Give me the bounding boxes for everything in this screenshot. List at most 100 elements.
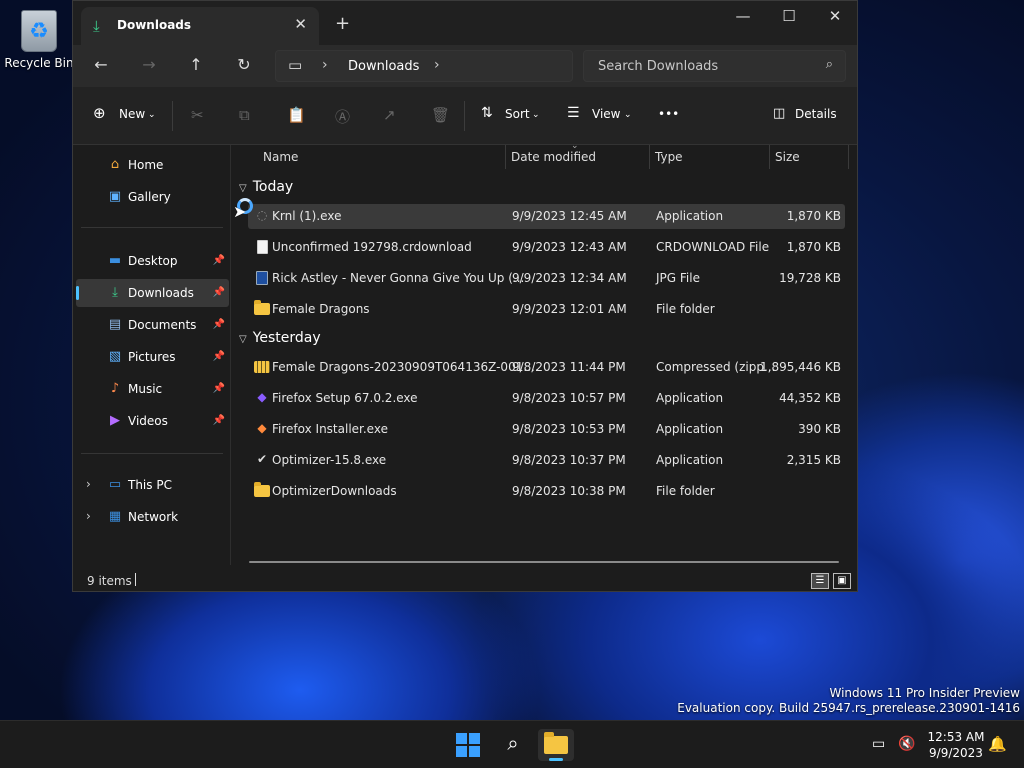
sidebar-item-network[interactable]: › ▦ Network bbox=[76, 503, 229, 531]
address-bar[interactable]: ▭ › Downloads › bbox=[275, 50, 573, 82]
folder-icon bbox=[544, 732, 568, 754]
active-indicator bbox=[549, 758, 563, 761]
chevron-right-icon[interactable]: › bbox=[86, 509, 91, 523]
horizontal-scrollbar[interactable] bbox=[249, 561, 839, 563]
column-header-name[interactable]: Name bbox=[263, 150, 298, 164]
sidebar-item-this-pc[interactable]: › ▭ This PC bbox=[76, 471, 229, 499]
column-divider[interactable] bbox=[505, 145, 506, 169]
gallery-icon: ▣ bbox=[108, 189, 122, 204]
start-button[interactable] bbox=[450, 729, 486, 761]
table-row[interactable]: Rick Astley - Never Gonna Give You Up (.… bbox=[248, 266, 845, 291]
tab-title: Downloads bbox=[117, 18, 192, 32]
file-type: Application bbox=[656, 422, 724, 436]
forward-arrow-icon[interactable]: → bbox=[137, 55, 161, 77]
copy-icon[interactable]: ⧉ bbox=[239, 106, 250, 124]
column-header-type[interactable]: Type bbox=[655, 150, 683, 164]
group-header-today[interactable]: ▽ Today bbox=[239, 179, 293, 195]
system-clock[interactable]: 12:53 AM 9/9/2023 bbox=[926, 729, 986, 761]
sort-button[interactable]: Sort bbox=[505, 107, 530, 121]
sidebar-item-music[interactable]: ♪ Music 📌 bbox=[76, 375, 229, 403]
pin-icon[interactable]: 📌 bbox=[213, 319, 225, 330]
file-size: 1,895,446 KB bbox=[760, 360, 841, 374]
file-name: Krnl (1).exe bbox=[272, 209, 342, 223]
search-icon[interactable]: ⌕ bbox=[826, 57, 833, 72]
column-header-date[interactable]: Date modified bbox=[511, 150, 596, 164]
pin-icon[interactable]: 📌 bbox=[213, 415, 225, 426]
chevron-down-icon[interactable]: ⌄ bbox=[532, 110, 540, 120]
share-icon[interactable]: ↗ bbox=[383, 106, 396, 124]
pin-icon[interactable]: 📌 bbox=[213, 255, 225, 266]
details-pane-icon[interactable]: ◫ bbox=[773, 106, 785, 121]
tab-close-button[interactable]: ✕ bbox=[294, 15, 307, 33]
sidebar-item-documents[interactable]: ▤ Documents 📌 bbox=[76, 311, 229, 339]
chevron-down-icon: ▽ bbox=[239, 334, 247, 345]
view-button[interactable]: View bbox=[592, 107, 620, 121]
chevron-down-icon[interactable]: ⌄ bbox=[624, 110, 632, 120]
chevron-down-icon[interactable]: ⌄ bbox=[148, 110, 156, 120]
chevron-right-icon[interactable]: › bbox=[86, 477, 91, 491]
home-icon: ⌂ bbox=[110, 157, 120, 172]
search-input[interactable]: Search Downloads ⌕ bbox=[583, 50, 846, 82]
volume-muted-icon[interactable]: 🔇 bbox=[898, 736, 915, 752]
sort-icon[interactable]: ⇅ bbox=[481, 105, 493, 121]
new-tab-button[interactable]: + bbox=[335, 13, 350, 34]
table-row[interactable]: ◌ Krnl (1).exe 9/9/2023 12:45 AM Applica… bbox=[248, 204, 845, 229]
more-options-button[interactable]: ••• bbox=[658, 107, 679, 121]
sidebar-item-home[interactable]: ⌂ Home bbox=[76, 151, 229, 179]
network-status-icon[interactable]: ▭ bbox=[872, 736, 885, 752]
back-arrow-icon[interactable]: ← bbox=[89, 55, 113, 77]
taskbar-file-explorer[interactable] bbox=[538, 729, 574, 761]
sidebar-item-videos[interactable]: ▶ Videos 📌 bbox=[76, 407, 229, 435]
notification-bell-icon[interactable]: 🔔 bbox=[988, 735, 1007, 753]
music-icon: ♪ bbox=[110, 381, 120, 396]
chevron-right-icon[interactable]: › bbox=[322, 57, 328, 73]
column-divider[interactable] bbox=[769, 145, 770, 169]
pin-icon[interactable]: 📌 bbox=[213, 351, 225, 362]
sidebar-item-gallery[interactable]: ▣ Gallery bbox=[76, 183, 229, 211]
up-arrow-icon[interactable]: ↑ bbox=[184, 55, 208, 77]
table-row[interactable]: ◆ Firefox Setup 67.0.2.exe 9/8/2023 10:5… bbox=[248, 386, 845, 411]
refresh-icon[interactable]: ↻ bbox=[232, 55, 256, 77]
table-row[interactable]: ✔ Optimizer-15.8.exe 9/8/2023 10:37 PM A… bbox=[248, 448, 845, 473]
sidebar-item-desktop[interactable]: ▬ Desktop 📌 bbox=[76, 247, 229, 275]
delete-icon[interactable]: 🗑 bbox=[431, 106, 450, 124]
pin-icon[interactable]: 📌 bbox=[213, 287, 225, 298]
file-date: 9/9/2023 12:45 AM bbox=[512, 209, 627, 223]
taskbar-search-icon[interactable]: ⌕ bbox=[495, 729, 531, 761]
column-divider[interactable] bbox=[848, 145, 849, 169]
chevron-right-icon[interactable]: › bbox=[434, 57, 440, 73]
tab-downloads[interactable]: ⤓ Downloads ✕ bbox=[81, 7, 319, 45]
details-button[interactable]: Details bbox=[795, 107, 837, 121]
close-window-button[interactable]: ✕ bbox=[815, 7, 855, 27]
maximize-button[interactable]: ☐ bbox=[769, 7, 809, 27]
table-row[interactable]: Female Dragons-20230909T064136Z-001.... … bbox=[248, 355, 845, 380]
column-divider[interactable] bbox=[649, 145, 650, 169]
cut-icon[interactable]: ✂ bbox=[191, 106, 204, 124]
breadcrumb-downloads[interactable]: Downloads bbox=[348, 59, 419, 74]
mouse-pointer-icon: ➤ bbox=[233, 202, 247, 221]
paste-icon[interactable]: 📋 bbox=[287, 106, 306, 124]
new-button[interactable]: New bbox=[119, 107, 145, 121]
rename-icon[interactable]: Ⓐ bbox=[335, 106, 350, 127]
pin-icon[interactable]: 📌 bbox=[213, 383, 225, 394]
document-icon: ▤ bbox=[108, 317, 122, 332]
sidebar-item-label: This PC bbox=[128, 478, 172, 492]
file-type: Application bbox=[656, 391, 724, 405]
text-cursor bbox=[135, 573, 136, 586]
navigation-bar: ← → ↑ ↻ ▭ › Downloads › Search Downloads… bbox=[73, 45, 857, 87]
table-row[interactable]: OptimizerDownloads 9/8/2023 10:38 PM Fil… bbox=[248, 479, 845, 504]
table-row[interactable]: ◆ Firefox Installer.exe 9/8/2023 10:53 P… bbox=[248, 417, 845, 442]
view-icon[interactable]: ☰ bbox=[567, 105, 580, 121]
details-view-icon[interactable]: ☰ bbox=[811, 573, 829, 589]
table-row[interactable]: Unconfirmed 192798.crdownload 9/9/2023 1… bbox=[248, 235, 845, 260]
minimize-button[interactable]: — bbox=[723, 7, 763, 27]
sidebar-item-pictures[interactable]: ▧ Pictures 📌 bbox=[76, 343, 229, 371]
tiles-view-icon[interactable]: ▣ bbox=[833, 573, 851, 589]
plus-circle-icon[interactable]: ⊕ bbox=[93, 104, 106, 122]
table-row[interactable]: Female Dragons 9/9/2023 12:01 AM File fo… bbox=[248, 297, 845, 322]
column-header-size[interactable]: Size bbox=[775, 150, 800, 164]
recycle-bin-shortcut[interactable]: Recycle Bin bbox=[4, 6, 74, 70]
sidebar-item-label: Pictures bbox=[128, 350, 176, 364]
sidebar-item-downloads[interactable]: ⤓ Downloads 📌 bbox=[76, 279, 229, 307]
group-header-yesterday[interactable]: ▽ Yesterday bbox=[239, 330, 321, 346]
